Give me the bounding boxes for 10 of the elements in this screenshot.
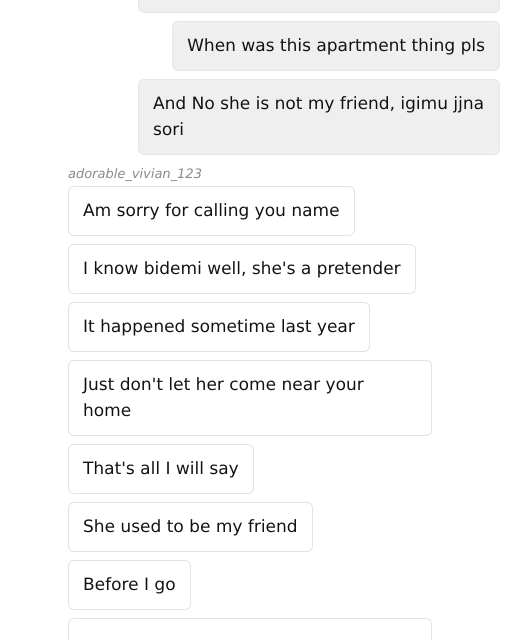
sent-message: When was this apartment thing pls	[172, 20, 500, 71]
received-message: I know bidemi well, she's a pretender	[68, 244, 416, 294]
received-message: It happened sometime last year	[68, 302, 370, 352]
sent-message: And No she is not my friend, igimu jjna sori	[138, 78, 500, 155]
received-message: Before I go	[68, 560, 191, 610]
sender-name: adorable_vivian_123	[68, 166, 203, 184]
received-message: Just don't let her come near your home	[68, 360, 432, 436]
received-message: Am sorry for calling you name	[68, 186, 355, 236]
received-message: That's all I will say	[68, 444, 254, 494]
received-message: She used to be my friend	[68, 502, 313, 552]
